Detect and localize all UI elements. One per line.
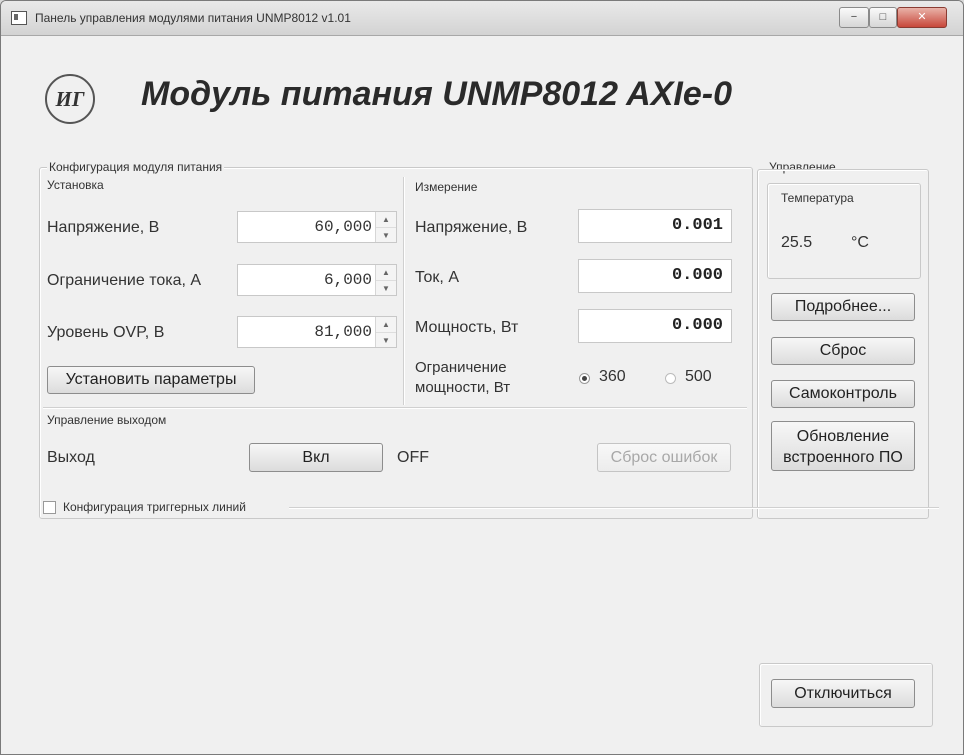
app-icon bbox=[11, 11, 27, 25]
ovp-spinbox-value: 81,000 bbox=[314, 323, 372, 341]
measured-voltage-label: Напряжение, В bbox=[415, 219, 528, 236]
firmware-update-line1: Обновление bbox=[796, 428, 890, 445]
temperature-label: Температура bbox=[781, 191, 854, 205]
disconnect-button[interactable]: Отключиться bbox=[771, 679, 915, 708]
apply-parameters-button[interactable]: Установить параметры bbox=[47, 366, 255, 394]
spin-up-icon[interactable]: ▲ bbox=[376, 212, 396, 228]
measured-current-field: 0.000 bbox=[578, 259, 732, 293]
measured-current-value: 0.000 bbox=[671, 266, 723, 285]
setup-label: Установка bbox=[47, 178, 104, 192]
current-limit-spinbox-value: 6,000 bbox=[323, 271, 372, 289]
firmware-update-line2: встроенного ПО bbox=[783, 449, 903, 466]
power-limit-label-line1: Ограничение bbox=[415, 359, 507, 376]
title-bar[interactable]: Панель управления модулями питания UNMP8… bbox=[1, 1, 963, 36]
measured-power-field: 0.000 bbox=[578, 309, 732, 343]
measurement-label: Измерение bbox=[415, 180, 478, 194]
main-window: Панель управления модулями питания UNMP8… bbox=[0, 0, 964, 755]
close-button[interactable]: ✕ bbox=[897, 7, 947, 28]
trigger-config-checkbox[interactable] bbox=[43, 501, 56, 514]
measured-power-label: Мощность, Вт bbox=[415, 319, 519, 336]
output-group-label: Управление выходом bbox=[47, 413, 167, 427]
power-limit-label-line2: мощности, Вт bbox=[415, 379, 511, 396]
trigger-config-label[interactable]: Конфигурация триггерных линий bbox=[63, 500, 246, 514]
output-label: Выход bbox=[47, 449, 95, 466]
window-title: Панель управления модулями питания UNMP8… bbox=[35, 11, 351, 25]
current-limit-spinbox-arrows[interactable]: ▲ ▼ bbox=[375, 265, 396, 295]
selftest-button[interactable]: Самоконтроль bbox=[771, 380, 915, 408]
output-state: OFF bbox=[397, 449, 429, 466]
reset-errors-button[interactable]: Сброс ошибок bbox=[597, 443, 731, 472]
output-on-button[interactable]: Вкл bbox=[249, 443, 383, 472]
ovp-spinbox[interactable]: 81,000 ▲ ▼ bbox=[237, 316, 397, 348]
company-logo: ИГ bbox=[45, 74, 95, 124]
ovp-spinbox-arrows[interactable]: ▲ ▼ bbox=[375, 317, 396, 347]
config-group-label: Конфигурация модуля питания bbox=[47, 160, 225, 174]
spin-up-icon[interactable]: ▲ bbox=[376, 265, 396, 281]
spin-down-icon[interactable]: ▼ bbox=[376, 281, 396, 296]
measured-current-label: Ток, А bbox=[415, 269, 459, 286]
temperature-value: 25.5 bbox=[781, 234, 813, 251]
details-button[interactable]: Подробнее... bbox=[771, 293, 915, 321]
power-limit-360-radio[interactable] bbox=[579, 373, 590, 384]
module-title: Модуль питания UNMP8012 AXIe-0 bbox=[141, 75, 732, 113]
setup-voltage-label: Напряжение, В bbox=[47, 219, 160, 236]
measured-voltage-value: 0.001 bbox=[671, 216, 723, 235]
voltage-spinbox-arrows[interactable]: ▲ ▼ bbox=[375, 212, 396, 242]
spin-down-icon[interactable]: ▼ bbox=[376, 333, 396, 348]
firmware-update-button[interactable]: Обновление встроенного ПО bbox=[771, 421, 915, 471]
spin-down-icon[interactable]: ▼ bbox=[376, 228, 396, 243]
power-limit-500-radio[interactable] bbox=[665, 373, 676, 384]
voltage-spinbox-value: 60,000 bbox=[314, 218, 372, 236]
ovp-label: Уровень OVP, В bbox=[47, 324, 165, 341]
reset-button[interactable]: Сброс bbox=[771, 337, 915, 365]
measured-power-value: 0.000 bbox=[671, 316, 723, 335]
current-limit-spinbox[interactable]: 6,000 ▲ ▼ bbox=[237, 264, 397, 296]
output-divider bbox=[43, 407, 747, 409]
maximize-button[interactable]: □ bbox=[869, 7, 897, 28]
current-limit-label: Ограничение тока, А bbox=[47, 272, 202, 289]
temperature-unit: °C bbox=[851, 234, 869, 251]
power-limit-500-label[interactable]: 500 bbox=[685, 368, 712, 386]
spin-up-icon[interactable]: ▲ bbox=[376, 317, 396, 333]
voltage-spinbox[interactable]: 60,000 ▲ ▼ bbox=[237, 211, 397, 243]
minimize-button[interactable]: − bbox=[839, 7, 869, 28]
measured-voltage-field: 0.001 bbox=[578, 209, 732, 243]
trigger-divider bbox=[289, 507, 939, 509]
content-area: ИГ Модуль питания UNMP8012 AXIe-0 Конфиг… bbox=[9, 41, 955, 747]
power-limit-360-label[interactable]: 360 bbox=[599, 368, 626, 386]
setup-measure-divider bbox=[403, 177, 405, 405]
